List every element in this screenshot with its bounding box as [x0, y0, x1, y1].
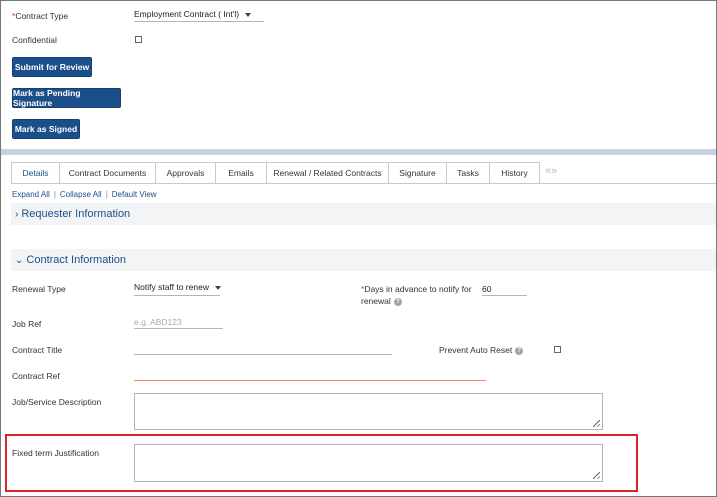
prevent-auto-reset-checkbox[interactable]: [554, 346, 561, 353]
contract-ref-input[interactable]: [134, 367, 486, 381]
tab-scroll-arrows-icon[interactable]: «»: [545, 165, 557, 177]
tab-approvals[interactable]: Approvals: [156, 162, 216, 184]
prevent-auto-reset-label: Prevent Auto Reset?: [439, 345, 524, 355]
contract-type-label: *Contract Type: [12, 11, 68, 21]
contract-title-input[interactable]: [134, 341, 392, 355]
days-advance-label: *Days in advance to notify for renewal?: [361, 283, 472, 307]
renewal-type-select[interactable]: Notify staff to renew: [134, 282, 224, 296]
submit-for-review-button[interactable]: Submit for Review: [12, 57, 92, 77]
fixed-term-justification-textarea[interactable]: [134, 444, 603, 482]
tab-renewal-related-contracts[interactable]: Renewal / Related Contracts: [267, 162, 389, 184]
prevent-auto-reset-text: Prevent Auto Reset: [439, 345, 513, 355]
requester-information-title: Requester Information: [21, 208, 131, 220]
chevron-right-icon: ›: [15, 208, 19, 220]
mark-as-signed-button[interactable]: Mark as Signed: [12, 119, 80, 139]
tab-signature[interactable]: Signature: [389, 162, 447, 184]
default-view-link[interactable]: Default View: [112, 190, 157, 199]
job-ref-label: Job Ref: [12, 319, 42, 329]
confidential-label: Confidential: [12, 35, 57, 45]
days-advance-label-line1: Days in advance to notify for: [364, 284, 472, 294]
renewal-type-underline: [134, 295, 220, 296]
link-separator: |: [53, 190, 56, 199]
mark-pending-signature-button[interactable]: Mark as Pending Signature: [12, 88, 121, 108]
contract-type-value: Employment Contract ( Int'l): [134, 9, 240, 19]
days-advance-input[interactable]: [482, 282, 527, 296]
renewal-type-label: Renewal Type: [12, 284, 66, 294]
expand-all-link[interactable]: Expand All: [12, 190, 50, 199]
tab-emails[interactable]: Emails: [216, 162, 267, 184]
tab-bar: Details Contract Documents Approvals Ema…: [11, 162, 540, 184]
tab-tasks[interactable]: Tasks: [447, 162, 490, 184]
job-ref-input[interactable]: [134, 315, 223, 329]
requester-information-header[interactable]: › Requester Information: [11, 203, 716, 225]
resize-grip-icon[interactable]: [593, 420, 600, 427]
tab-history[interactable]: History: [490, 162, 540, 184]
resize-grip-icon[interactable]: [593, 472, 600, 479]
contract-title-label: Contract Title: [12, 345, 63, 355]
fixed-term-justification-label: Fixed term Justification: [12, 448, 99, 458]
help-icon[interactable]: ?: [393, 297, 402, 306]
link-separator: |: [105, 190, 108, 199]
view-links: Expand All | Collapse All | Default View: [12, 190, 157, 199]
renewal-type-value: Notify staff to renew: [134, 282, 209, 292]
job-description-label: Job/Service Description: [12, 397, 102, 407]
contract-ref-label: Contract Ref: [12, 371, 60, 381]
days-advance-label-line2: renewal: [361, 296, 391, 306]
tab-details[interactable]: Details: [11, 162, 60, 184]
confidential-checkbox[interactable]: [135, 36, 142, 43]
contract-type-label-text: Contract Type: [15, 11, 69, 21]
chevron-down-icon: [245, 12, 252, 17]
job-description-textarea[interactable]: [134, 393, 603, 430]
collapse-all-link[interactable]: Collapse All: [60, 190, 102, 199]
contract-type-underline: [134, 21, 264, 22]
tab-contract-documents[interactable]: Contract Documents: [60, 162, 156, 184]
help-icon[interactable]: ?: [515, 346, 524, 355]
tabs-baseline: [11, 183, 716, 184]
chevron-down-icon: ⌄: [15, 254, 24, 266]
chevron-down-icon: [214, 285, 221, 290]
contract-information-header[interactable]: ⌄ Contract Information: [11, 249, 716, 271]
section-divider: [1, 149, 716, 155]
contract-information-title: Contract Information: [26, 254, 127, 266]
